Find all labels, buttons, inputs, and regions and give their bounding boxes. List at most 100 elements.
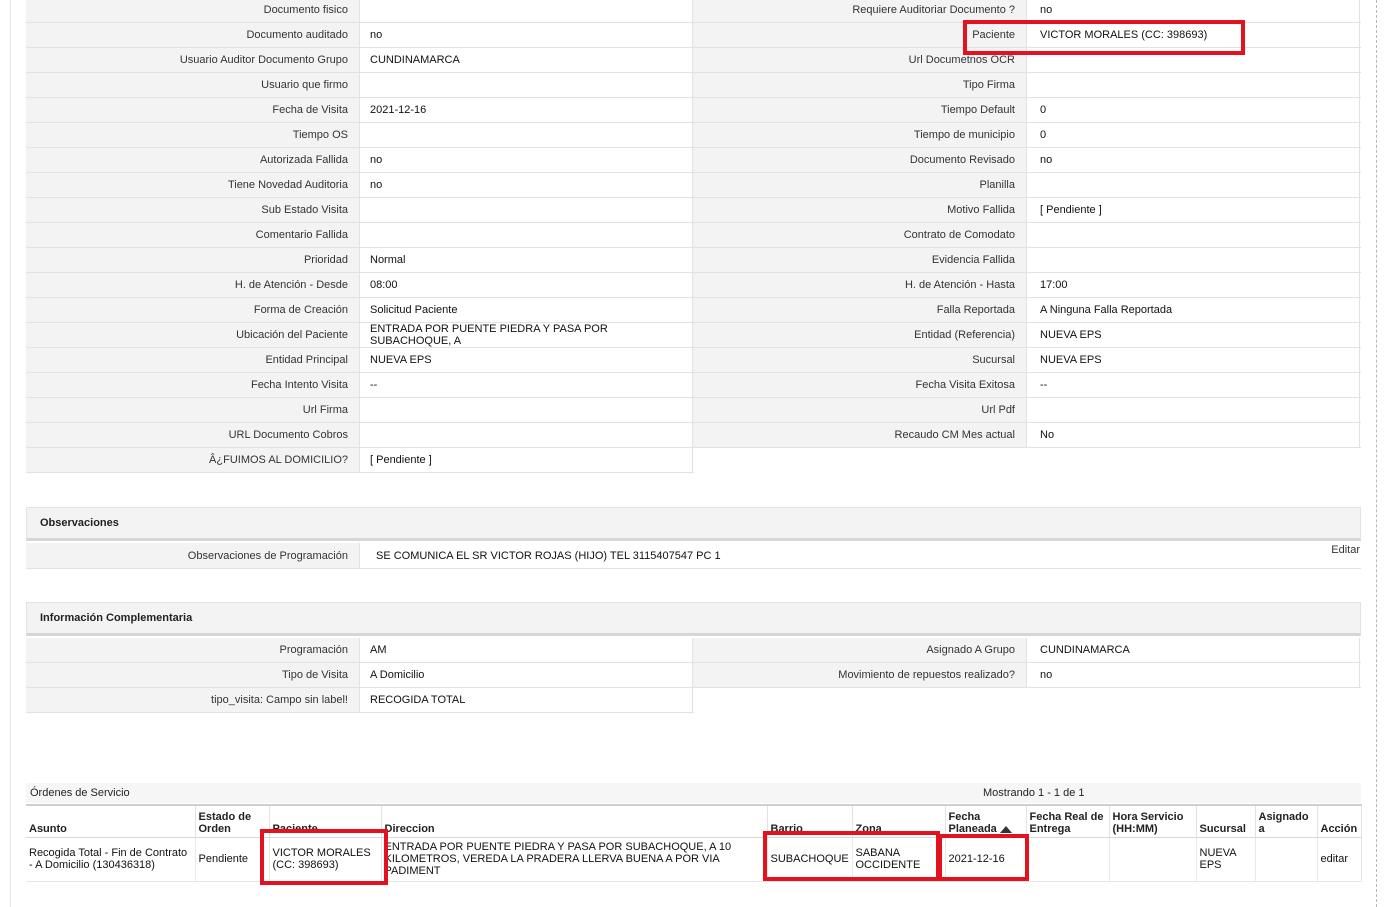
- field-value: Solicitud Paciente: [360, 298, 693, 322]
- field-value: [ Pendiente ]: [360, 448, 693, 472]
- detail-row: Usuario Auditor Documento Grupo CUNDINAMA…: [26, 48, 1361, 73]
- orders-header-row: Asunto Estado de Orden Paciente Direccio…: [26, 805, 1362, 838]
- col-estado[interactable]: Estado de Orden: [195, 805, 270, 838]
- col-fecha-planeada[interactable]: Fecha Planeada: [945, 805, 1027, 838]
- detail-row: Â¿FUIMOS AL DOMICILIO?[ Pendiente ]: [26, 448, 694, 473]
- field-value: A Domicilio: [360, 663, 693, 687]
- detail-row: Fecha de Visita 2021-12-16 Tiempo Default 0: [26, 98, 1361, 123]
- col-sucursal[interactable]: Sucursal: [1196, 805, 1256, 838]
- field-label: Documento Revisado: [693, 148, 1027, 172]
- field-label: Tiempo OS: [26, 123, 360, 147]
- field-label: Sub Estado Visita: [26, 198, 360, 222]
- col-direccion[interactable]: Direccion: [381, 805, 768, 838]
- field-value: [360, 198, 693, 222]
- field-label: Falla Reportada: [693, 298, 1027, 322]
- field-value: AM: [360, 638, 693, 662]
- field-value: RECOGIDA TOTAL: [360, 688, 693, 712]
- field-label: Tiempo Default: [693, 98, 1027, 122]
- field-value: ENTRADA POR PUENTE PIEDRA Y PASA POR SUB…: [360, 323, 693, 347]
- field-label: Documento auditado: [26, 23, 360, 47]
- left-border: [10, 0, 11, 907]
- detail-row: Tipo de Visita A Domicilio Movimiento de r…: [26, 663, 1361, 688]
- detail-row: Tiempo OS Tiempo de municipio 0: [26, 123, 1361, 148]
- field-value: 0: [1027, 123, 1360, 147]
- field-value: --: [1027, 373, 1360, 397]
- field-label: Url Firma: [26, 398, 360, 422]
- field-label: Forma de Creación: [26, 298, 360, 322]
- detail-row: Ubicación del Paciente ENTRADA POR PUENTE…: [26, 323, 1361, 348]
- field-label: Tipo Firma: [693, 73, 1027, 97]
- field-value: 08:00: [360, 273, 693, 297]
- detail-row: Entidad Principal NUEVA EPS Sucursal NUEVA …: [26, 348, 1361, 373]
- field-label: Prioridad: [26, 248, 360, 272]
- field-value: no: [1027, 663, 1360, 687]
- field-value: no: [360, 148, 693, 172]
- field-label: Requiere Auditoriar Documento ?: [693, 0, 1027, 22]
- field-label: URL Documento Cobros: [26, 423, 360, 447]
- field-label: Ubicación del Paciente: [26, 323, 360, 347]
- cell-estado: Pendiente: [195, 837, 270, 882]
- field-value: no: [360, 173, 693, 197]
- field-label: H. de Atención - Desde: [26, 273, 360, 297]
- field-value: [1027, 173, 1360, 197]
- orders-count: Mostrando 1 - 1 de 1: [983, 787, 1085, 799]
- col-paciente[interactable]: Paciente: [269, 805, 382, 838]
- detail-row: Tiene Novedad Auditoria no Planilla: [26, 173, 1361, 198]
- observaciones-row: Observaciones de Programación SE COMUNIC…: [26, 543, 1361, 569]
- field-value: Normal: [360, 248, 693, 272]
- observaciones-value: SE COMUNICA EL SR VICTOR ROJAS (HIJO) TE…: [376, 549, 721, 562]
- field-value: 0: [1027, 98, 1360, 122]
- field-value: no: [1027, 0, 1360, 22]
- complementaria-grid: Programación AM Asignado A Grupo CUNDINAMAR…: [26, 638, 1361, 713]
- field-value: CUNDINAMARCA: [360, 48, 693, 72]
- cell-barrio: SUBACHOQUE: [767, 837, 853, 882]
- col-accion: Acción: [1317, 805, 1362, 838]
- field-label: Fecha de Visita: [26, 98, 360, 122]
- field-label: Autorizada Fallida: [26, 148, 360, 172]
- right-dashed-border: [1376, 0, 1377, 907]
- field-value: [360, 223, 693, 247]
- detail-row: Programación AM Asignado A Grupo CUNDINAMAR…: [26, 638, 1361, 663]
- col-barrio[interactable]: Barrio: [767, 805, 853, 838]
- edit-observaciones-link[interactable]: Editar: [1331, 544, 1360, 556]
- field-label: Usuario Auditor Documento Grupo: [26, 48, 360, 72]
- detail-row: Autorizada Fallida no Documento Revisado no: [26, 148, 1361, 173]
- col-fecha-real[interactable]: Fecha Real de Entrega: [1026, 805, 1110, 838]
- field-value: 2021-12-16: [360, 98, 693, 122]
- field-label: Fecha Visita Exitosa: [693, 373, 1027, 397]
- field-label: Recaudo CM Mes actual: [693, 423, 1027, 447]
- field-label: Comentario Fallida: [26, 223, 360, 247]
- sort-ascending-icon[interactable]: [999, 825, 1012, 833]
- col-hora[interactable]: Hora Servicio (HH:MM): [1109, 805, 1197, 838]
- orders-title: Órdenes de Servicio: [30, 787, 130, 799]
- field-value: CUNDINAMARCA: [1027, 638, 1360, 662]
- cell-fecha-planeada: 2021-12-16: [945, 837, 1027, 882]
- col-fecha-planeada-label: Fecha Planeada: [948, 810, 997, 835]
- field-label: Planilla: [693, 173, 1027, 197]
- field-label: Url Pdf: [693, 398, 1027, 422]
- col-asignado[interactable]: Asignado a: [1255, 805, 1318, 838]
- field-value: [360, 123, 693, 147]
- field-label: Â¿FUIMOS AL DOMICILIO?: [26, 448, 360, 472]
- editar-link[interactable]: editar: [1317, 837, 1362, 882]
- orders-table: Asunto Estado de Orden Paciente Direccio…: [26, 804, 1362, 882]
- field-label: Usuario que firmo: [26, 73, 360, 97]
- field-value: --: [360, 373, 693, 397]
- detail-row: URL Documento Cobros Recaudo CM Mes actua…: [26, 423, 1361, 448]
- cell-asunto: Recogida Total - Fin de Contrato - A Dom…: [26, 837, 196, 882]
- field-label: Contrato de Comodato: [693, 223, 1027, 247]
- field-value: [360, 0, 693, 22]
- detail-row: H. de Atención - Desde 08:00 H. de Atenció…: [26, 273, 1361, 298]
- field-label: Paciente: [693, 23, 1027, 47]
- detail-row: Sub Estado Visita Motivo Fallida[ Pendien…: [26, 198, 1361, 223]
- field-value: A Ninguna Falla Reportada: [1027, 298, 1360, 322]
- detail-row: Forma de Creación Solicitud Paciente Falla…: [26, 298, 1361, 323]
- field-value: 17:00: [1027, 273, 1360, 297]
- detail-row: Documento fisico Requiere Auditoriar Docu…: [26, 0, 1361, 23]
- field-value: [1027, 248, 1360, 272]
- col-asunto[interactable]: Asunto: [26, 805, 196, 838]
- cell-fecha-real: [1026, 837, 1110, 882]
- col-zona[interactable]: Zona: [852, 805, 946, 838]
- detail-row: Prioridad Normal Evidencia Fallida: [26, 248, 1361, 273]
- detail-row: tipo_visita: Campo sin label! RECOGIDA TO…: [26, 688, 694, 713]
